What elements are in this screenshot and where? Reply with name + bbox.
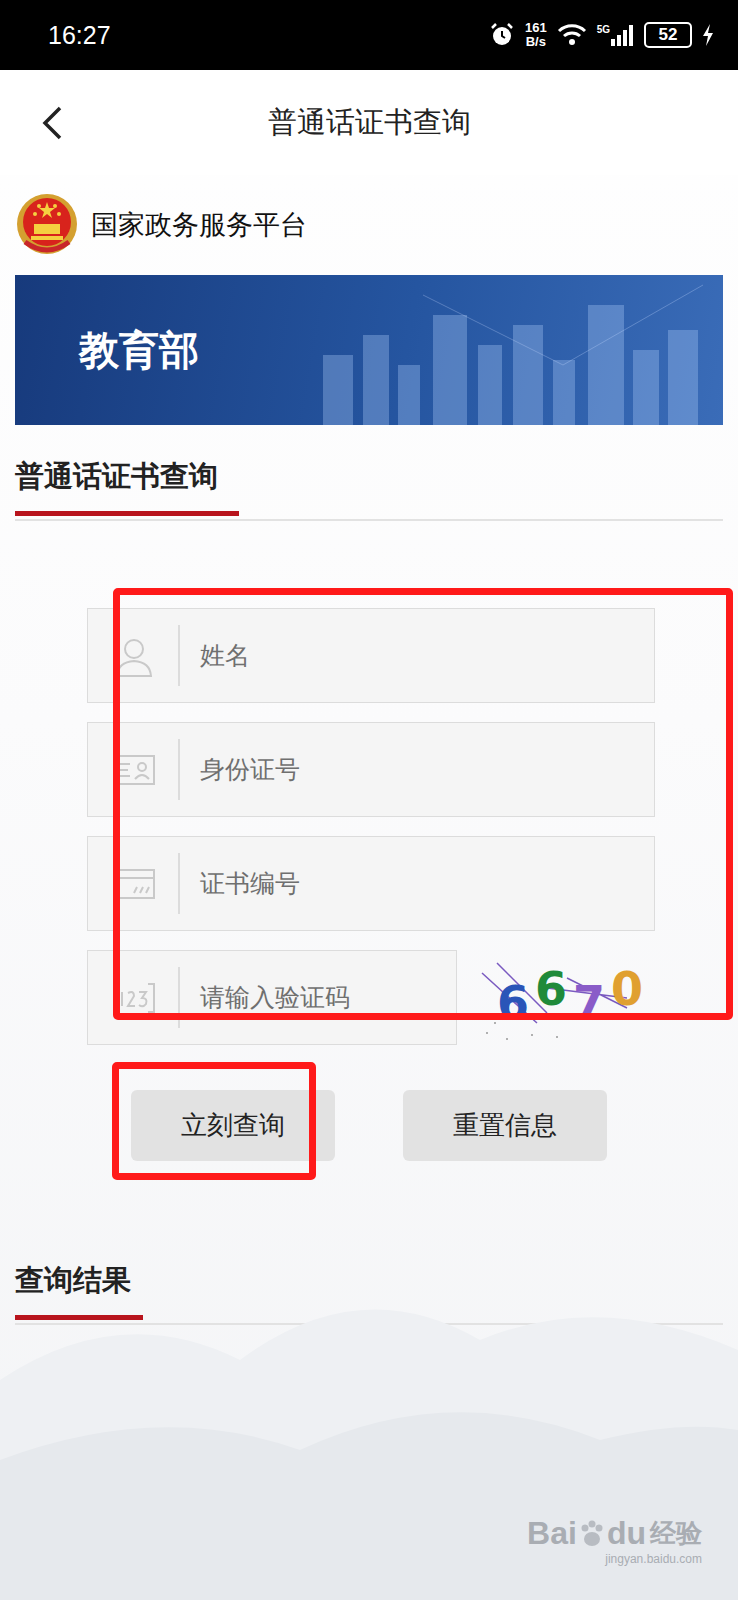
field-icon-area xyxy=(88,837,180,930)
network-speed: 161B/s xyxy=(525,21,547,48)
charging-icon xyxy=(702,24,714,46)
app: 16:27161B/s5G52普通话证书查询国家政务服务平台教育部普通话证书查询… xyxy=(0,0,738,1600)
banner-title: 教育部 xyxy=(79,323,199,378)
field-icon-area xyxy=(88,609,180,702)
query-form: 姓名身份证号证书编号请输入验证码 6670 立刻查询重置信息 xyxy=(87,608,655,1161)
section-title: 查询结果 xyxy=(15,1261,143,1320)
query-section: 普通话证书查询 xyxy=(15,457,723,521)
emblem-icon xyxy=(15,192,79,258)
battery: 52 xyxy=(644,22,692,48)
signal: 5G xyxy=(597,24,634,46)
watermark-url: jingyan.baidu.com xyxy=(605,1552,702,1566)
captcha-input[interactable]: 请输入验证码 xyxy=(87,950,457,1045)
input-field[interactable]: 姓名 xyxy=(87,608,655,703)
field-placeholder: 身份证号 xyxy=(180,753,300,786)
captcha-char: 6 xyxy=(535,962,567,1016)
button-wrap: 立刻查询 xyxy=(131,1090,335,1161)
signal-icon xyxy=(610,24,634,46)
back-icon[interactable] xyxy=(40,105,64,141)
person-icon xyxy=(112,634,156,678)
header-title: 普通话证书查询 xyxy=(100,103,638,143)
wifi-icon xyxy=(557,23,587,47)
paw-icon xyxy=(577,1519,607,1549)
watermark-left: Bai xyxy=(527,1515,577,1552)
field-icon-area xyxy=(88,951,180,1044)
input-field[interactable]: 证书编号 xyxy=(87,836,655,931)
code-icon xyxy=(112,980,156,1016)
captcha-row: 请输入验证码 6670 xyxy=(87,950,655,1045)
id-card-icon xyxy=(112,752,156,788)
field-icon-area xyxy=(88,723,180,816)
captcha-image[interactable]: 6670 xyxy=(477,953,647,1043)
section-title: 普通话证书查询 xyxy=(15,457,239,516)
captcha-char: 7 xyxy=(573,976,605,1030)
battery-level: 52 xyxy=(659,25,678,44)
header: 普通话证书查询 xyxy=(0,70,738,175)
button-row: 立刻查询重置信息 xyxy=(87,1090,655,1161)
watermark: Baidu经验jingyan.baidu.com xyxy=(527,1515,702,1566)
button-wrap: 重置信息 xyxy=(403,1090,607,1161)
platform-row: 国家政务服务平台 xyxy=(0,175,738,275)
speed-value: 161 xyxy=(525,21,547,35)
captcha-char: 6 xyxy=(497,976,529,1030)
watermark-label: 经验 xyxy=(650,1516,702,1551)
input-field[interactable]: 身份证号 xyxy=(87,722,655,817)
city-skyline-icon xyxy=(303,275,723,425)
annotation-box xyxy=(112,1062,316,1180)
section-divider xyxy=(15,519,723,521)
action-button[interactable]: 重置信息 xyxy=(403,1090,607,1161)
captcha-char: 0 xyxy=(611,962,643,1016)
action-button[interactable]: 立刻查询 xyxy=(131,1090,335,1161)
status-bar: 16:27 161B/s 5G 52 xyxy=(0,0,738,70)
platform-name: 国家政务服务平台 xyxy=(91,207,307,243)
status-time: 16:27 xyxy=(48,21,111,50)
network-type: 5G xyxy=(597,24,610,35)
speed-unit: B/s xyxy=(526,35,546,49)
field-placeholder: 请输入验证码 xyxy=(180,981,350,1014)
card-icon xyxy=(112,866,156,902)
watermark-right: du xyxy=(607,1515,646,1552)
field-placeholder: 证书编号 xyxy=(180,867,300,900)
status-icons: 161B/s 5G 52 xyxy=(489,21,714,48)
banner: 教育部 xyxy=(15,275,723,425)
alarm-icon xyxy=(489,22,515,48)
field-placeholder: 姓名 xyxy=(180,639,250,672)
watermark-brand: Baidu经验 xyxy=(527,1515,702,1552)
